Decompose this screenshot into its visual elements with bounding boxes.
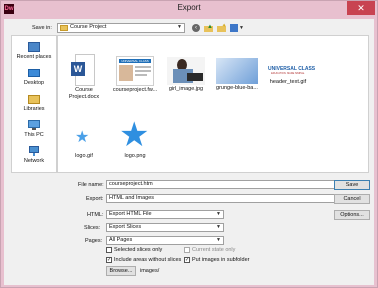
word-document-icon: W xyxy=(71,54,97,86)
file-item-course-project-docx[interactable]: W Course Project.docx xyxy=(62,54,106,100)
current-state-checkbox[interactable] xyxy=(184,247,190,253)
file-name: grunge-blue-ba... xyxy=(216,85,258,91)
place-label: Libraries xyxy=(23,106,45,112)
pages-value: All Pages xyxy=(109,237,133,243)
browse-button[interactable]: Browse... xyxy=(106,266,136,276)
this-pc-icon xyxy=(27,120,41,131)
export-dialog: Dw Export ✕ Save in: Course Project ▼ ‹ … xyxy=(0,0,378,288)
up-folder-icon[interactable]: ▲ xyxy=(204,24,213,32)
include-areas-label: Include areas without slices xyxy=(114,257,182,263)
save-in-label: Save in: xyxy=(32,25,52,31)
logo-gif-thumbnail: ★ xyxy=(75,129,90,146)
logo-png-thumbnail: ★ xyxy=(119,116,150,154)
header-text-thumbnail: UNIVERSAL CLASS EDUCATION. MADE SIMPLE. xyxy=(268,66,315,78)
file-name: header_text.gif xyxy=(269,79,307,85)
place-desktop[interactable]: Desktop xyxy=(12,68,56,86)
place-label: Desktop xyxy=(23,80,45,86)
file-name: logo.gif xyxy=(75,153,93,159)
include-areas-checkbox[interactable]: ✓ xyxy=(106,257,112,263)
places-bar: Recent places Desktop Libraries This PC … xyxy=(11,35,57,173)
thumb-sub: EDUCATION. MADE SIMPLE. xyxy=(271,72,305,75)
html-dropdown[interactable]: Export HTML File ▼ xyxy=(106,210,224,219)
file-item-header-text[interactable]: UNIVERSAL CLASS EDUCATION. MADE SIMPLE. … xyxy=(264,54,315,86)
place-network[interactable]: Network xyxy=(12,146,56,164)
network-icon xyxy=(27,146,41,157)
chevron-down-icon: ▼ xyxy=(177,24,182,30)
file-item-girl-image[interactable]: girl_image.jpg xyxy=(164,54,208,93)
export-value: HTML and Images xyxy=(109,195,155,201)
save-in-dropdown[interactable]: Course Project ▼ xyxy=(57,23,185,33)
window-title: Export xyxy=(177,3,201,12)
export-label: Export: xyxy=(86,196,104,202)
pages-label: Pages: xyxy=(85,238,103,244)
place-this-pc[interactable]: This PC xyxy=(12,120,56,138)
file-name-input[interactable]: courseproject.htm ▼ xyxy=(106,180,345,189)
grunge-blue-thumbnail xyxy=(216,58,258,84)
file-name: courseproject.fw... xyxy=(112,87,158,93)
file-list: W Course Project.docx UNIVERSAL CLASS co… xyxy=(57,35,369,173)
html-label: HTML: xyxy=(87,212,104,218)
cancel-button[interactable]: Cancel xyxy=(334,194,370,204)
file-item-logo-png[interactable]: ★ logo.png xyxy=(110,116,160,160)
place-recent-places[interactable]: Recent places xyxy=(12,42,56,60)
save-in-value: Course Project xyxy=(70,24,107,30)
close-button[interactable]: ✕ xyxy=(347,1,375,15)
girl-photo-thumbnail xyxy=(167,57,205,85)
pages-dropdown[interactable]: All Pages ▼ xyxy=(106,236,224,245)
current-state-label: Current state only xyxy=(192,247,236,253)
chevron-down-icon: ▼ xyxy=(216,224,221,230)
chevron-down-icon: ▼ xyxy=(216,237,221,243)
file-name-line2: Project.docx xyxy=(68,93,100,100)
new-folder-icon[interactable]: ✦ xyxy=(217,23,226,32)
fireworks-thumbnail: UNIVERSAL CLASS xyxy=(116,56,154,86)
dialog-body: Save in: Course Project ▼ ‹ ▲ ✦ ▼ Recent… xyxy=(4,19,374,285)
libraries-icon xyxy=(27,94,41,105)
selected-slices-checkbox[interactable] xyxy=(106,247,112,253)
html-value: Export HTML File xyxy=(109,211,152,217)
desktop-icon xyxy=(27,68,41,79)
subfolder-path: images/ xyxy=(140,268,160,274)
back-icon[interactable]: ‹ xyxy=(192,24,200,32)
file-name: girl_image.jpg xyxy=(168,86,204,92)
file-item-logo-gif[interactable]: ★ logo.gif xyxy=(62,122,106,160)
save-button[interactable]: Save xyxy=(334,180,370,190)
file-name-value: courseproject.htm xyxy=(109,181,153,187)
recent-places-icon xyxy=(27,42,41,53)
selected-slices-label: Selected slices only xyxy=(114,247,163,253)
view-menu-icon[interactable]: ▼ xyxy=(230,24,244,32)
put-images-checkbox[interactable]: ✓ xyxy=(184,257,190,263)
place-label: Recent places xyxy=(16,54,52,60)
place-libraries[interactable]: Libraries xyxy=(12,94,56,112)
slices-label: Slices: xyxy=(84,225,101,231)
title-bar: Dw Export ✕ xyxy=(1,1,377,17)
put-images-label: Put images in subfolder xyxy=(192,257,250,263)
folder-icon xyxy=(60,25,68,31)
file-item-courseproject-fw[interactable]: UNIVERSAL CLASS courseproject.fw... xyxy=(110,54,160,94)
thumb-title: UNIVERSAL CLASS xyxy=(119,59,151,63)
chevron-down-icon: ▼ xyxy=(216,211,221,217)
export-dropdown[interactable]: HTML and Images ▼ xyxy=(106,194,345,203)
file-item-grunge-blue[interactable]: grunge-blue-ba... xyxy=(212,54,262,92)
file-name-label: File name: xyxy=(78,182,104,188)
slices-dropdown[interactable]: Export Slices ▼ xyxy=(106,223,224,232)
options-button[interactable]: Options... xyxy=(334,210,370,220)
slices-value: Export Slices xyxy=(109,224,142,230)
place-label: This PC xyxy=(24,132,44,138)
place-label: Network xyxy=(23,158,45,164)
